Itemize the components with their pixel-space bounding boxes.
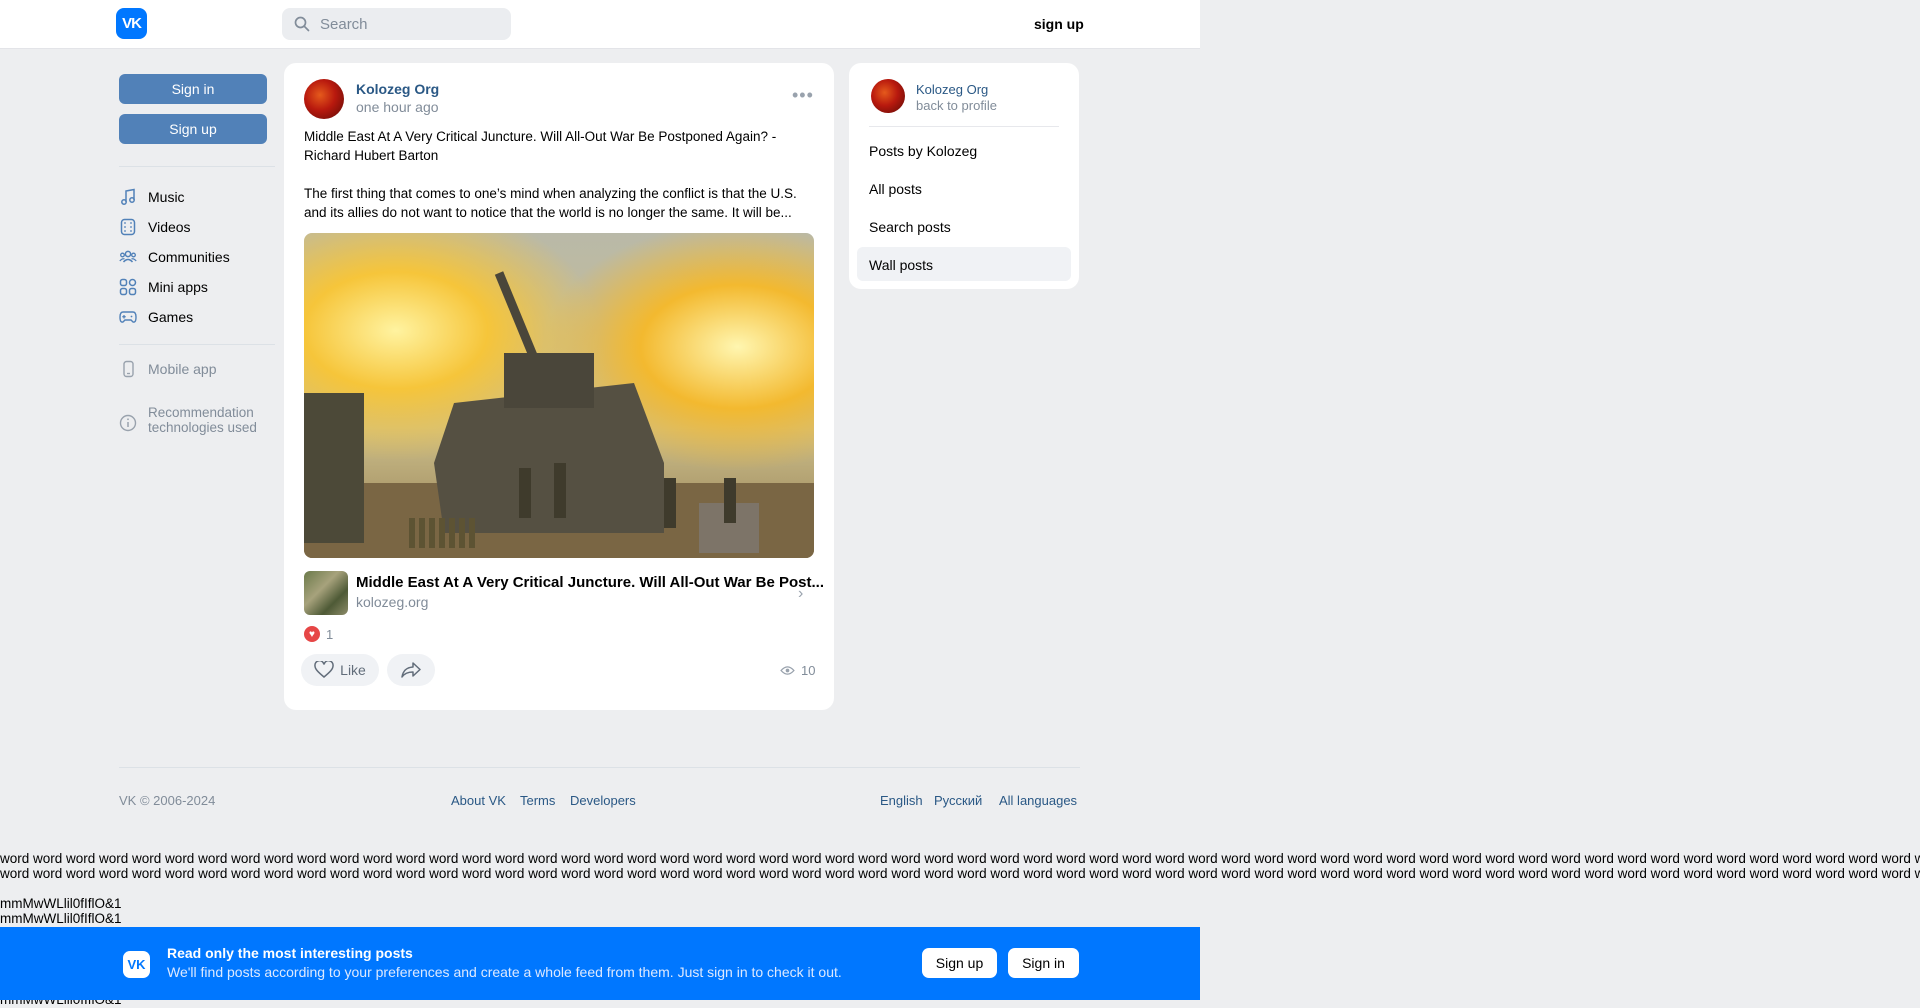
search-box[interactable] (282, 8, 511, 40)
link-thumbnail[interactable] (304, 571, 348, 615)
footer-russian-link[interactable]: Русский (934, 793, 982, 808)
artillery-photo (304, 233, 814, 558)
post-body: The first thing that comes to one’s mind… (304, 186, 797, 220)
sign-up-button[interactable]: Sign up (119, 114, 267, 144)
topbar-signup-link[interactable]: sign up (1034, 16, 1084, 32)
share-icon (401, 662, 421, 678)
menu-all-posts[interactable]: All posts (869, 181, 922, 197)
footer-about-link[interactable]: About VK (451, 793, 506, 808)
mobile-app-label: Mobile app (148, 361, 217, 377)
info-icon (119, 414, 137, 432)
footer-all-languages-link[interactable]: All languages (999, 793, 1077, 808)
avatar[interactable] (871, 79, 905, 113)
heart-icon (314, 661, 334, 678)
card-divider (869, 126, 1059, 127)
nav-item-videos[interactable]: Videos (119, 214, 191, 240)
stray-words-line: word word word word word word word word … (0, 866, 1920, 881)
avatar[interactable] (304, 79, 344, 119)
nav-item-communities[interactable]: Communities (119, 244, 230, 270)
banner-sign-in-button[interactable]: Sign in (1008, 948, 1079, 978)
banner-title: Read only the most interesting posts (167, 945, 413, 961)
footer-english-link[interactable]: English (880, 793, 923, 808)
like-button[interactable]: Like (301, 654, 379, 686)
eye-icon (780, 666, 795, 675)
views-counter: 10 (780, 663, 815, 678)
recommendation-label-line2: technologies used (148, 419, 257, 435)
nav-item-label: Videos (148, 219, 191, 235)
games-icon (119, 311, 137, 323)
mini-apps-icon (119, 278, 137, 296)
left-divider (119, 166, 275, 167)
nav-item-label: Mini apps (148, 279, 208, 295)
nav-item-label: Communities (148, 249, 230, 265)
post-author[interactable]: Kolozeg Org (356, 81, 439, 97)
back-to-profile-link[interactable]: back to profile (916, 98, 997, 113)
heart-reaction-icon: ♥ (304, 626, 320, 642)
video-icon (120, 218, 136, 236)
top-bar: VK sign up (0, 0, 1200, 49)
sign-in-button[interactable]: Sign in (119, 74, 267, 104)
link-domain[interactable]: kolozeg.org (356, 594, 428, 610)
stray-glyph-line: mmMwWLlil0fIflO&1 (0, 911, 122, 926)
menu-search-posts[interactable]: Search posts (869, 219, 951, 235)
recommendation-link[interactable]: Recommendation technologies used (119, 405, 257, 440)
profile-posts-card: Kolozeg Org back to profile Posts by Kol… (849, 63, 1079, 289)
reactions[interactable]: ♥ 1 (304, 626, 333, 642)
vk-logo: VK (123, 951, 150, 978)
post-text: Middle East At A Very Critical Juncture.… (304, 127, 814, 222)
nav-item-label: Games (148, 309, 194, 325)
stray-glyph-line: mmMwWLlil0fIflO&1 (0, 896, 122, 911)
search-icon (294, 16, 310, 32)
post-time[interactable]: one hour ago (356, 99, 439, 115)
link-title[interactable]: Middle East At A Very Critical Juncture.… (356, 574, 824, 591)
stray-words-line: word word word word word word word word … (0, 851, 1920, 866)
banner-subtitle: We'll find posts according to your prefe… (167, 964, 842, 980)
signin-promo-banner: VK Read only the most interesting posts … (0, 927, 1200, 1000)
more-options-icon[interactable]: ••• (792, 85, 814, 106)
copyright: VK © 2006-2024 (119, 793, 216, 808)
post-image[interactable] (304, 233, 814, 558)
footer-terms-link[interactable]: Terms (520, 793, 555, 808)
vk-logo[interactable]: VK (116, 8, 147, 39)
menu-wall-posts[interactable]: Wall posts (869, 257, 933, 273)
banner-sign-up-button[interactable]: Sign up (922, 948, 997, 978)
nav-item-music[interactable]: Music (119, 184, 185, 210)
left-divider (119, 344, 275, 345)
nav-item-games[interactable]: Games (119, 304, 193, 330)
menu-posts-by-kolozeg[interactable]: Posts by Kolozeg (869, 143, 977, 159)
nav-item-mini-apps[interactable]: Mini apps (119, 274, 208, 300)
share-button[interactable] (387, 654, 435, 686)
post-title: Middle East At A Very Critical Juncture.… (304, 129, 777, 163)
footer-divider (119, 767, 1080, 768)
post-card: Kolozeg Org one hour ago ••• Middle East… (284, 63, 834, 710)
like-label: Like (340, 662, 366, 678)
music-icon (121, 188, 135, 205)
reactions-count: 1 (326, 626, 334, 642)
profile-name[interactable]: Kolozeg Org (916, 82, 988, 97)
search-input[interactable] (318, 14, 502, 34)
views-count: 10 (801, 663, 816, 678)
chevron-right-icon[interactable]: › (798, 585, 803, 603)
recommendation-label-line1: Recommendation (148, 405, 254, 420)
communities-icon (119, 250, 137, 263)
nav-item-label: Music (148, 189, 185, 205)
mobile-app-link[interactable]: Mobile app (119, 356, 217, 382)
phone-icon (123, 360, 134, 378)
footer-developers-link[interactable]: Developers (570, 793, 636, 808)
